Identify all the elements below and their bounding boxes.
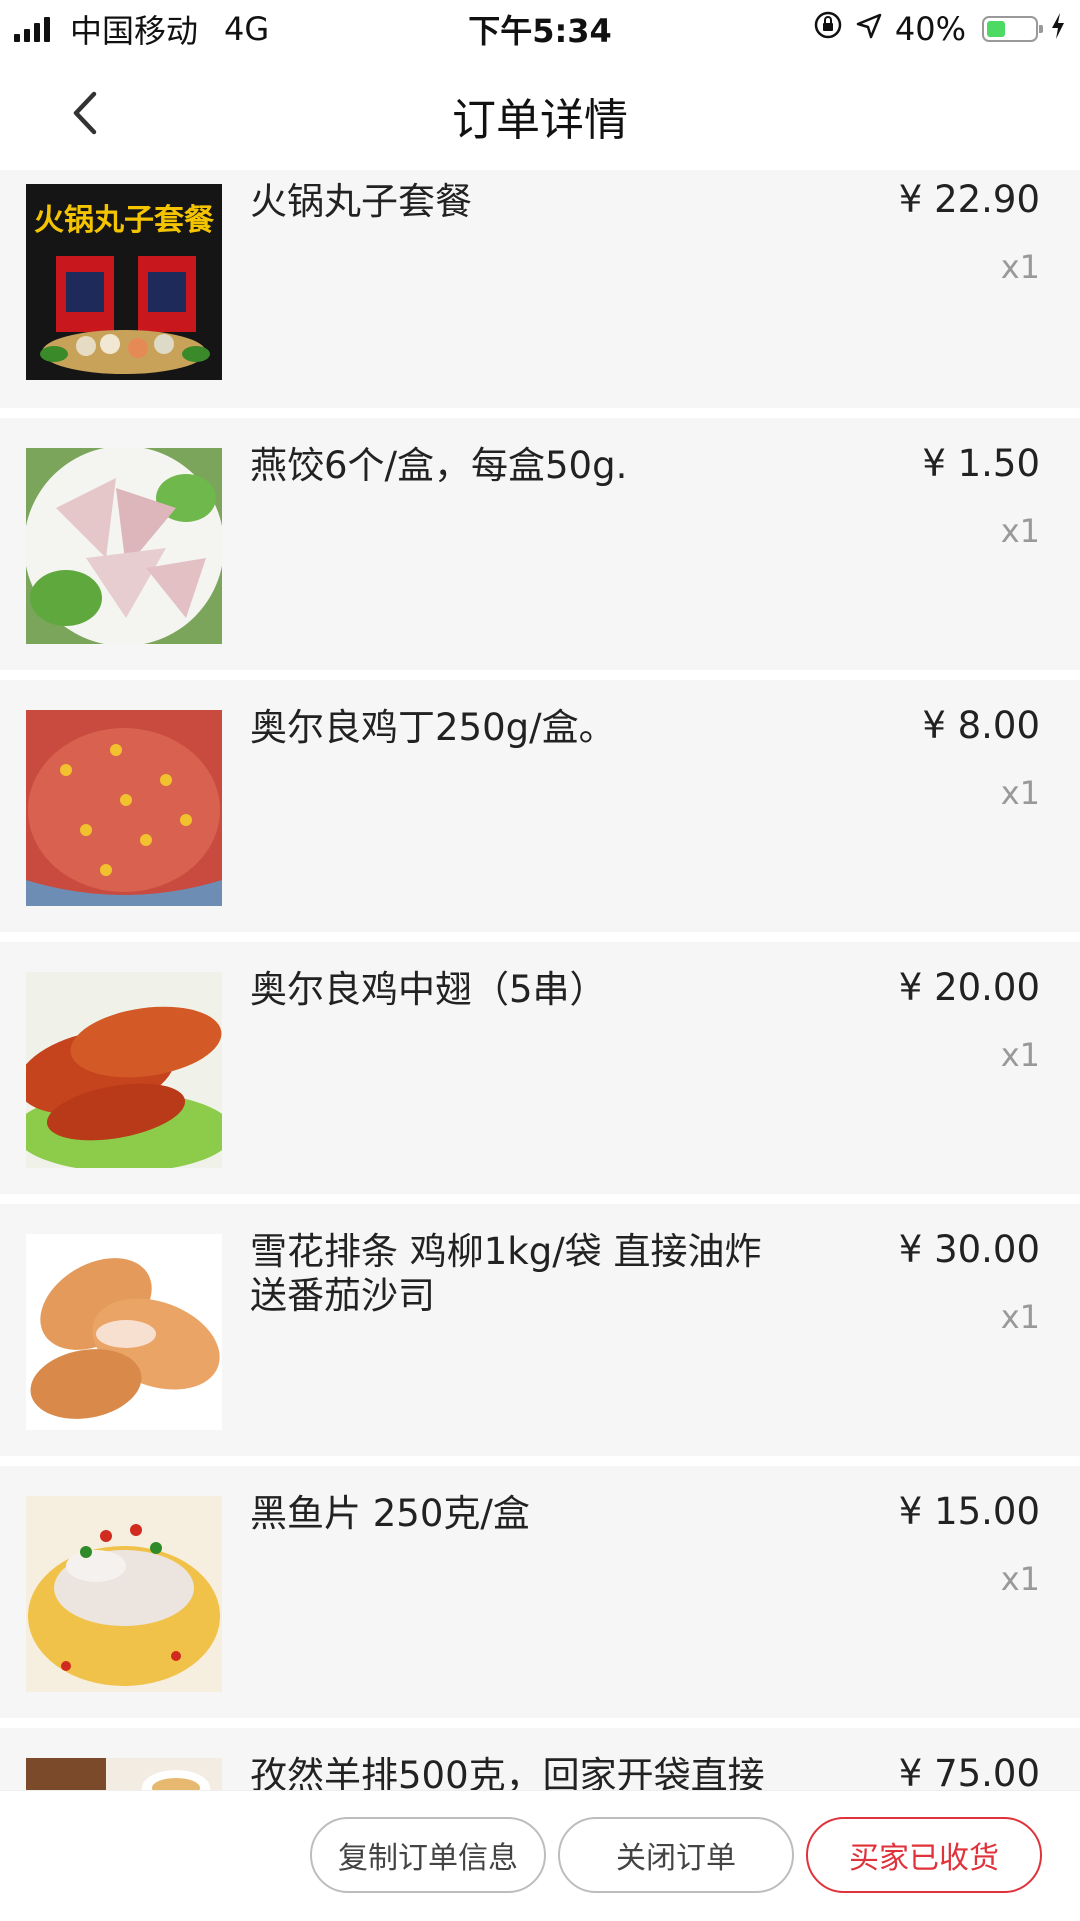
item-quantity: x1 xyxy=(1000,512,1040,550)
item-price: ¥ 1.50 xyxy=(922,442,1040,485)
product-thumbnail[interactable] xyxy=(26,1758,222,1790)
close-order-button[interactable]: 关闭订单 xyxy=(558,1817,794,1893)
status-left: 中国移动 4G xyxy=(14,6,269,52)
product-thumbnail[interactable] xyxy=(26,1496,222,1692)
item-price: ¥ 8.00 xyxy=(922,704,1040,747)
page-title: 订单详情 xyxy=(452,95,628,146)
order-item[interactable]: 奥尔良鸡丁250g/盒。 ¥ 8.00 x1 xyxy=(0,680,1080,932)
status-bar: 中国移动 4G 下午5:34 40% xyxy=(0,0,1080,58)
nav-bar: 订单详情 xyxy=(0,58,1080,170)
order-item[interactable]: 黑鱼片 250克/盒 ¥ 15.00 x1 xyxy=(0,1466,1080,1718)
product-thumbnail[interactable] xyxy=(26,1234,222,1430)
item-quantity: x1 xyxy=(1000,1298,1040,1336)
order-item-list[interactable]: 火锅丸子套餐 火锅丸子套餐 ¥ 22.90 x1 燕饺6个/盒，每盒50g. ¥… xyxy=(0,170,1080,1790)
product-thumbnail[interactable] xyxy=(26,448,222,644)
order-item[interactable]: 燕饺6个/盒，每盒50g. ¥ 1.50 x1 xyxy=(0,418,1080,670)
orientation-lock-icon xyxy=(813,10,843,48)
product-thumbnail[interactable] xyxy=(26,710,222,906)
item-price: ¥ 22.90 xyxy=(898,178,1040,221)
item-price: ¥ 15.00 xyxy=(898,1490,1040,1533)
order-item[interactable]: 孜然羊排500克，回家开袋直接 ¥ 75.00 xyxy=(0,1728,1080,1790)
item-name: 火锅丸子套餐 xyxy=(250,180,472,223)
item-quantity: x1 xyxy=(1000,774,1040,812)
carrier-label: 中国移动 xyxy=(70,12,199,50)
battery-icon xyxy=(982,16,1043,42)
item-price: ¥ 75.00 xyxy=(898,1752,1040,1790)
item-name: 奥尔良鸡丁250g/盒。 xyxy=(250,706,616,749)
item-name: 奥尔良鸡中翅（5串） xyxy=(250,968,607,1011)
item-name: 燕饺6个/盒，每盒50g. xyxy=(250,444,628,487)
bottom-action-bar: 复制订单信息 关闭订单 买家已收货 xyxy=(0,1790,1080,1921)
signal-icon xyxy=(14,16,50,42)
order-item[interactable]: 雪花排条 鸡柳1kg/袋 直接油炸 送番茄沙司 ¥ 30.00 x1 xyxy=(0,1204,1080,1456)
order-item[interactable]: 火锅丸子套餐 火锅丸子套餐 ¥ 22.90 x1 xyxy=(0,170,1080,408)
item-price: ¥ 30.00 xyxy=(898,1228,1040,1271)
product-thumbnail[interactable]: 火锅丸子套餐 xyxy=(26,184,222,380)
item-name: 孜然羊排500克，回家开袋直接 xyxy=(250,1754,765,1790)
product-thumbnail[interactable] xyxy=(26,972,222,1168)
charging-icon xyxy=(1050,10,1066,48)
buyer-received-button[interactable]: 买家已收货 xyxy=(806,1817,1042,1893)
item-price: ¥ 20.00 xyxy=(898,966,1040,1009)
network-label: 4G xyxy=(224,10,270,48)
item-name: 雪花排条 鸡柳1kg/袋 直接油炸 送番茄沙司 xyxy=(250,1230,762,1317)
order-item[interactable]: 奥尔良鸡中翅（5串） ¥ 20.00 x1 xyxy=(0,942,1080,1194)
item-quantity: x1 xyxy=(1000,248,1040,286)
battery-percent: 40% xyxy=(894,10,966,48)
location-icon xyxy=(855,10,883,48)
item-quantity: x1 xyxy=(1000,1036,1040,1074)
status-right: 40% xyxy=(813,10,1066,48)
copy-order-info-button[interactable]: 复制订单信息 xyxy=(310,1817,546,1893)
thumbnail-logo-text: 火锅丸子套餐 xyxy=(34,203,215,238)
battery-fill xyxy=(987,21,1005,37)
item-quantity: x1 xyxy=(1000,1560,1040,1598)
item-name: 黑鱼片 250克/盒 xyxy=(250,1492,530,1535)
